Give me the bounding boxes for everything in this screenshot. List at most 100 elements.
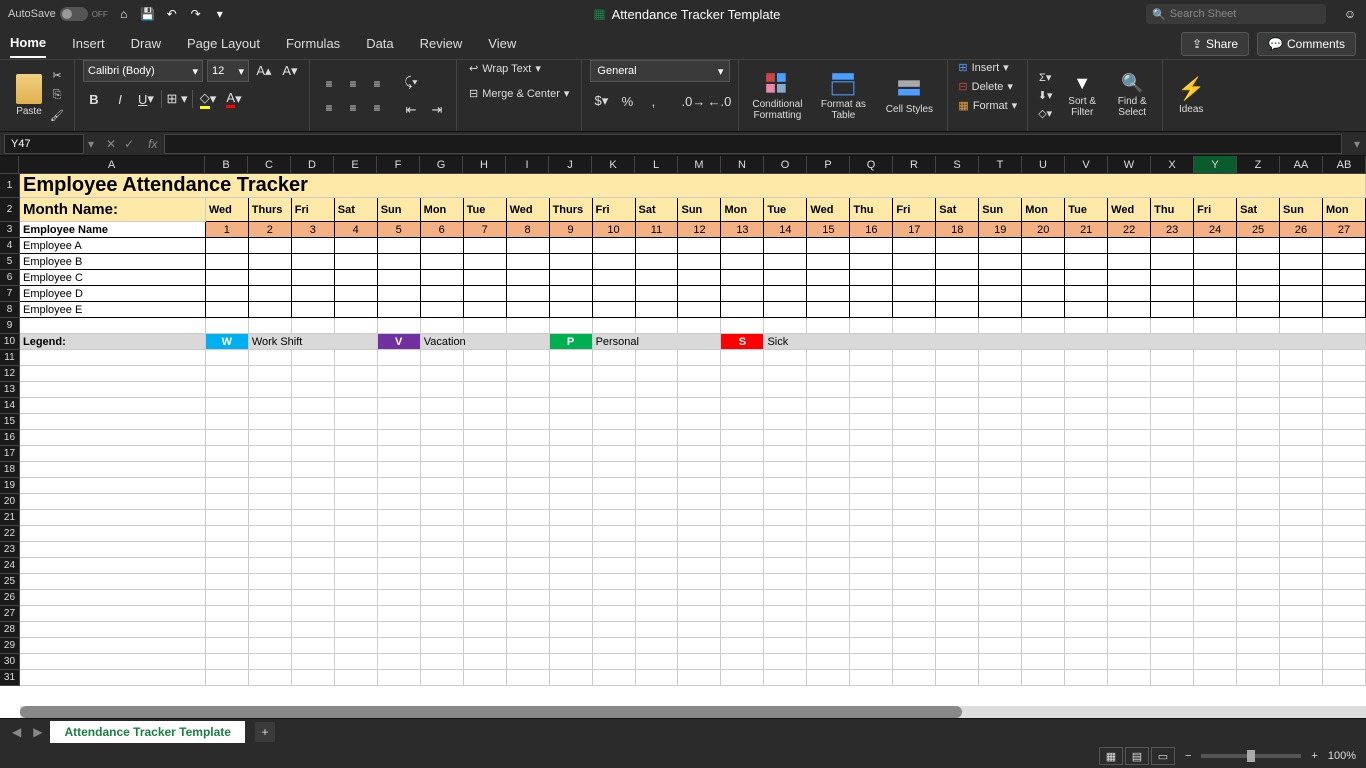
cell[interactable] xyxy=(850,494,893,510)
cell[interactable] xyxy=(507,494,550,510)
cell[interactable] xyxy=(206,590,249,606)
cell[interactable] xyxy=(721,238,764,254)
cell[interactable] xyxy=(20,574,206,590)
cell[interactable]: 5 xyxy=(378,222,421,238)
cell[interactable]: Wed xyxy=(206,198,249,222)
cell[interactable] xyxy=(936,446,979,462)
column-header[interactable]: W xyxy=(1108,156,1151,174)
column-header[interactable]: A xyxy=(19,156,205,174)
cell[interactable] xyxy=(678,366,721,382)
cell[interactable] xyxy=(1022,286,1065,302)
cell[interactable] xyxy=(292,574,335,590)
cell[interactable]: Employee C xyxy=(20,270,206,286)
tab-formulas[interactable]: Formulas xyxy=(286,30,340,57)
cell[interactable] xyxy=(1108,526,1151,542)
cell[interactable] xyxy=(678,590,721,606)
cell[interactable] xyxy=(1194,670,1237,686)
cell[interactable] xyxy=(636,302,679,318)
cell[interactable] xyxy=(678,670,721,686)
cell[interactable] xyxy=(936,654,979,670)
cell[interactable] xyxy=(206,414,249,430)
cell[interactable] xyxy=(1022,382,1065,398)
fill-button[interactable]: ⬇▾ xyxy=(1036,89,1054,103)
name-box[interactable]: Y47 xyxy=(4,134,84,154)
cell[interactable] xyxy=(1280,302,1323,318)
cell[interactable] xyxy=(636,254,679,270)
cell[interactable] xyxy=(1151,558,1194,574)
cell[interactable] xyxy=(678,350,721,366)
cell[interactable] xyxy=(378,270,421,286)
cell[interactable] xyxy=(1194,510,1237,526)
cell[interactable] xyxy=(550,286,593,302)
cell[interactable] xyxy=(292,430,335,446)
cell[interactable]: Employee D xyxy=(20,286,206,302)
cell[interactable] xyxy=(292,510,335,526)
cell[interactable] xyxy=(1065,542,1108,558)
cell[interactable] xyxy=(249,398,292,414)
cell[interactable] xyxy=(206,542,249,558)
cell[interactable] xyxy=(421,414,464,430)
cell[interactable] xyxy=(893,606,936,622)
cell[interactable]: Employee Name xyxy=(20,222,206,238)
cell[interactable] xyxy=(1065,430,1108,446)
cell[interactable] xyxy=(1237,382,1280,398)
cell[interactable] xyxy=(421,542,464,558)
cell[interactable] xyxy=(206,478,249,494)
cell[interactable] xyxy=(1194,558,1237,574)
cell[interactable] xyxy=(936,350,979,366)
column-header[interactable]: S xyxy=(936,156,979,174)
cell[interactable] xyxy=(1065,638,1108,654)
cell[interactable] xyxy=(1022,350,1065,366)
cell[interactable] xyxy=(979,350,1022,366)
cell[interactable] xyxy=(850,302,893,318)
cell[interactable] xyxy=(678,414,721,430)
currency-button[interactable]: $▾ xyxy=(590,90,612,112)
cell[interactable] xyxy=(678,430,721,446)
cell[interactable] xyxy=(1194,446,1237,462)
cell[interactable] xyxy=(1022,526,1065,542)
cell[interactable] xyxy=(636,238,679,254)
cell[interactable] xyxy=(1194,430,1237,446)
cell[interactable] xyxy=(464,510,507,526)
cell[interactable] xyxy=(1108,414,1151,430)
cell[interactable] xyxy=(421,670,464,686)
cell[interactable] xyxy=(335,526,378,542)
column-header[interactable]: N xyxy=(721,156,764,174)
cell[interactable] xyxy=(678,494,721,510)
cell[interactable] xyxy=(1194,350,1237,366)
cell[interactable] xyxy=(979,670,1022,686)
cell[interactable] xyxy=(1280,430,1323,446)
cell[interactable] xyxy=(1022,494,1065,510)
tab-insert[interactable]: Insert xyxy=(72,30,105,57)
zoom-thumb[interactable] xyxy=(1247,750,1255,762)
cell[interactable] xyxy=(1065,398,1108,414)
cell[interactable] xyxy=(936,542,979,558)
cell[interactable] xyxy=(636,590,679,606)
cell[interactable] xyxy=(936,302,979,318)
cell[interactable] xyxy=(721,670,764,686)
cell[interactable] xyxy=(979,526,1022,542)
cell[interactable] xyxy=(850,574,893,590)
cell[interactable]: Personal xyxy=(593,334,722,350)
cell[interactable] xyxy=(979,494,1022,510)
cell[interactable]: Mon xyxy=(1323,198,1366,222)
cell[interactable] xyxy=(678,654,721,670)
cell[interactable] xyxy=(1323,366,1366,382)
cell[interactable] xyxy=(206,654,249,670)
cell[interactable] xyxy=(550,622,593,638)
cell[interactable] xyxy=(1194,382,1237,398)
cell[interactable] xyxy=(1194,254,1237,270)
cell[interactable] xyxy=(764,414,807,430)
cell[interactable] xyxy=(893,366,936,382)
column-header[interactable]: Q xyxy=(850,156,893,174)
cell[interactable]: 20 xyxy=(1022,222,1065,238)
cell[interactable] xyxy=(893,526,936,542)
cell[interactable] xyxy=(1280,622,1323,638)
cell[interactable] xyxy=(807,574,850,590)
cell[interactable] xyxy=(893,510,936,526)
row-header[interactable]: 17 xyxy=(0,446,20,462)
cell[interactable] xyxy=(850,558,893,574)
cell[interactable] xyxy=(936,318,979,334)
cell[interactable] xyxy=(979,542,1022,558)
cell[interactable] xyxy=(678,238,721,254)
